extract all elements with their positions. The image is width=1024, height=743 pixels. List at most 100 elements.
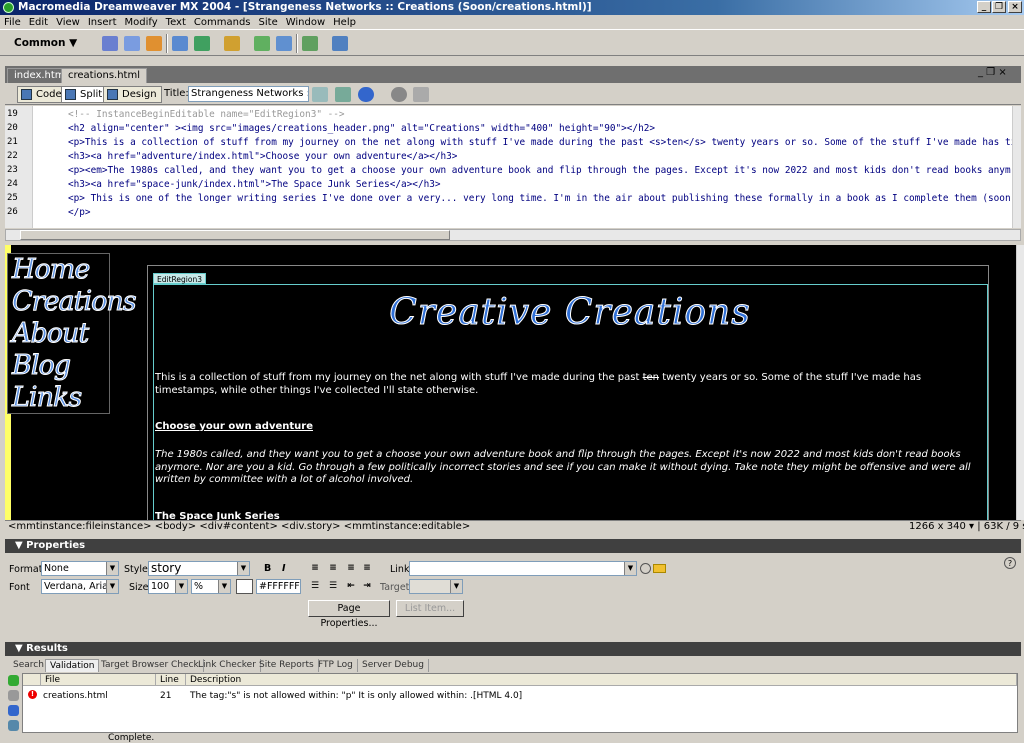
comment-icon[interactable] bbox=[276, 36, 292, 51]
point-to-file-icon[interactable] bbox=[640, 563, 651, 574]
code-line[interactable]: 24 <h3><a href="space-junk/index.html">Th… bbox=[5, 178, 1016, 191]
align-right-icon[interactable]: ≡ bbox=[345, 563, 357, 574]
menu-edit[interactable]: Edit bbox=[25, 15, 52, 30]
code-scroll-thumb[interactable] bbox=[20, 230, 450, 240]
nav-blog[interactable]: Blog bbox=[11, 350, 71, 382]
result-description[interactable]: The tag:"s" is not allowed within: "p" I… bbox=[190, 691, 522, 701]
column-file[interactable]: File bbox=[41, 674, 156, 686]
text-color-input[interactable]: #FFFFFF bbox=[256, 579, 301, 594]
code-line[interactable]: 26 </p> bbox=[5, 206, 1016, 219]
format-select[interactable]: None ▼ bbox=[41, 561, 119, 576]
tag-div-content[interactable]: <div#content> bbox=[199, 521, 277, 532]
tab-target-browser-check[interactable]: Target Browser Check bbox=[97, 659, 204, 672]
menu-help[interactable]: Help bbox=[329, 15, 360, 30]
menu-window[interactable]: Window bbox=[282, 15, 329, 30]
column-line[interactable]: Line bbox=[156, 674, 186, 686]
tab-search[interactable]: Search bbox=[9, 659, 49, 672]
editable-region-label[interactable]: EditRegion3 bbox=[153, 273, 206, 284]
restore-button[interactable]: ❐ bbox=[992, 1, 1006, 13]
tag-fileinstance[interactable]: <mmtinstance:fileinstance> bbox=[8, 521, 152, 532]
save-report-icon[interactable] bbox=[8, 720, 19, 731]
ordered-list-icon[interactable]: ☰ bbox=[327, 581, 339, 592]
align-center-icon[interactable]: ≡ bbox=[327, 563, 339, 574]
font-select[interactable]: Verdana, Arial, ▼ bbox=[41, 579, 119, 594]
text-color-swatch[interactable] bbox=[236, 579, 253, 594]
code-line[interactable]: 21 <p>This is a collection of stuff from … bbox=[5, 136, 1016, 149]
code-line[interactable]: 22 <h3><a href="adventure/index.html">Cho… bbox=[5, 150, 1016, 163]
help-icon[interactable]: ? bbox=[1004, 557, 1016, 569]
code-line[interactable]: 19 <!-- InstanceBeginEditable name="EditR… bbox=[5, 108, 1016, 121]
nav-links[interactable]: Links bbox=[11, 382, 82, 414]
document-window-controls[interactable]: _ ❐ × bbox=[978, 67, 1007, 78]
results-panel-header[interactable]: ▼ Results bbox=[5, 642, 1021, 656]
media-icon[interactable] bbox=[224, 36, 240, 51]
tab-site-reports[interactable]: Site Reports bbox=[255, 659, 319, 672]
preview-in-browser-icon[interactable] bbox=[358, 87, 374, 102]
tag-body[interactable]: <body> bbox=[155, 521, 197, 532]
page-title-input[interactable]: Strangeness Networks :: Crea bbox=[188, 86, 309, 102]
indent-icon[interactable]: ⇥ bbox=[361, 581, 373, 592]
minimize-button[interactable]: _ bbox=[977, 1, 991, 13]
nav-about[interactable]: About bbox=[11, 318, 89, 350]
menu-text[interactable]: Text bbox=[162, 15, 190, 30]
code-view-button[interactable]: Code bbox=[17, 86, 67, 103]
adventure-link[interactable]: Choose your own adventure bbox=[155, 421, 985, 434]
menu-insert[interactable]: Insert bbox=[84, 15, 121, 30]
size-select[interactable]: 100 ▼ bbox=[148, 579, 188, 594]
nav-home[interactable]: Home bbox=[11, 254, 90, 286]
tag-editable[interactable]: <mmtinstance:editable> bbox=[344, 521, 471, 532]
code-line[interactable]: 23 <p><em>The 1980s called, and they want… bbox=[5, 164, 1016, 177]
tab-validation[interactable]: Validation bbox=[45, 659, 100, 672]
creations-header-image[interactable]: Creative Creations bbox=[155, 292, 985, 334]
outdent-icon[interactable]: ⇤ bbox=[345, 581, 357, 592]
tab-server-debug[interactable]: Server Debug bbox=[358, 659, 429, 672]
menu-commands[interactable]: Commands bbox=[190, 15, 255, 30]
more-info-icon[interactable] bbox=[8, 705, 19, 716]
link-input[interactable]: ▼ bbox=[409, 561, 637, 576]
table-icon[interactable] bbox=[172, 36, 188, 51]
italic-button[interactable]: I bbox=[282, 563, 286, 574]
design-view-button[interactable]: Design bbox=[103, 86, 162, 103]
menu-modify[interactable]: Modify bbox=[121, 15, 162, 30]
adventure-paragraph[interactable]: The 1980s called, and they want you to g… bbox=[155, 449, 985, 487]
hyperlink-icon[interactable] bbox=[102, 36, 118, 51]
dreamweaver-app-icon[interactable] bbox=[3, 2, 14, 13]
target-select[interactable]: ▼ bbox=[409, 579, 463, 594]
align-left-icon[interactable]: ≡ bbox=[309, 563, 321, 574]
intro-paragraph[interactable]: This is a collection of stuff from my jo… bbox=[155, 372, 985, 397]
file-management-icon[interactable] bbox=[335, 87, 351, 102]
column-description[interactable]: Description bbox=[186, 674, 1017, 686]
stop-icon[interactable] bbox=[8, 690, 19, 701]
browse-folder-icon[interactable] bbox=[653, 564, 666, 573]
properties-panel-header[interactable]: ▼ Properties bbox=[5, 539, 1021, 553]
code-vertical-scrollbar[interactable] bbox=[1012, 106, 1021, 228]
code-line[interactable]: 20 <h2 align="center" ><img src="images/c… bbox=[5, 122, 1016, 135]
unordered-list-icon[interactable]: ☰ bbox=[309, 581, 321, 592]
menu-file[interactable]: File bbox=[0, 15, 25, 30]
tag-div-story[interactable]: <div.story> bbox=[281, 521, 340, 532]
design-vertical-scrollbar[interactable] bbox=[1016, 245, 1024, 520]
nav-creations[interactable]: Creations bbox=[12, 286, 138, 318]
tab-creations-html[interactable]: creations.html bbox=[61, 68, 147, 83]
close-button[interactable]: × bbox=[1008, 1, 1022, 13]
result-line[interactable]: 21 bbox=[160, 691, 171, 701]
tag-chooser-icon[interactable] bbox=[332, 36, 348, 51]
image-icon[interactable] bbox=[194, 36, 210, 51]
justify-icon[interactable]: ≡ bbox=[361, 563, 373, 574]
menu-view[interactable]: View bbox=[52, 15, 84, 30]
split-view-button[interactable]: Split bbox=[61, 86, 108, 103]
result-file[interactable]: creations.html bbox=[43, 691, 108, 701]
style-select[interactable]: story ▼ bbox=[148, 561, 250, 576]
browser-check-icon[interactable] bbox=[312, 87, 328, 102]
email-link-icon[interactable] bbox=[124, 36, 140, 51]
refresh-icon[interactable] bbox=[391, 87, 407, 102]
page-properties-button[interactable]: Page Properties... bbox=[308, 600, 390, 629]
insert-category-dropdown[interactable]: Common ▼ bbox=[14, 37, 77, 49]
list-item-button[interactable]: List Item... bbox=[396, 600, 464, 617]
size-unit-select[interactable]: % ▼ bbox=[191, 579, 231, 594]
menu-site[interactable]: Site bbox=[255, 15, 282, 30]
tab-link-checker[interactable]: Link Checker bbox=[194, 659, 261, 672]
named-anchor-icon[interactable] bbox=[146, 36, 162, 51]
view-options-icon[interactable] bbox=[413, 87, 429, 102]
templates-icon[interactable] bbox=[302, 36, 318, 51]
